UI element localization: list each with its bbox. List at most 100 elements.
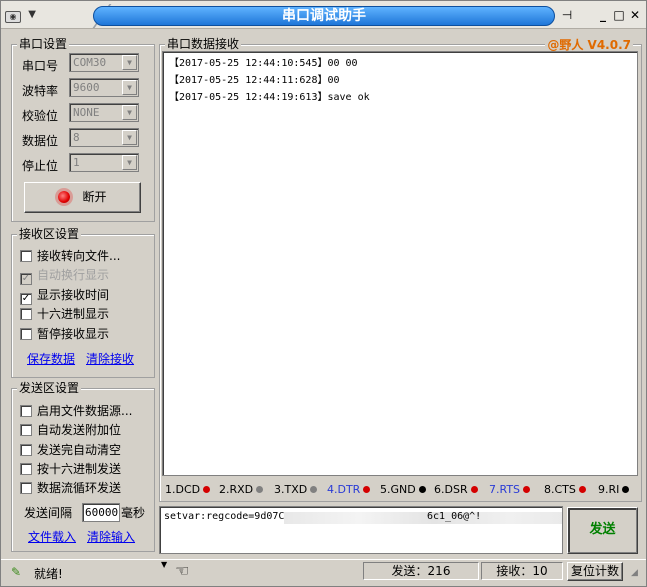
app-icon: ◉: [5, 11, 21, 23]
signal-label: 1.DCD: [165, 483, 201, 496]
signal-ri: 9.RI: [598, 481, 630, 499]
chevron-down-icon[interactable]: ▼: [122, 155, 137, 170]
chevron-down-icon: ▼: [28, 9, 36, 20]
reset-count-button[interactable]: 复位计数: [567, 562, 623, 581]
checkbox-label: 显示接收时间: [37, 288, 110, 302]
led-icon: [578, 486, 586, 493]
receive-settings-group: 接收区设置 接收转向文件... ✓ 自动换行显示 ✓ 显示接收时间 十六进制显示 暂…: [11, 227, 155, 378]
send-textarea[interactable]: setvar:regcode=9d07C 6c1_06@^!: [159, 506, 563, 554]
signal-rts[interactable]: 7.RTS: [489, 481, 531, 499]
send-text-start: setvar:regcode=9d07C: [164, 511, 285, 522]
pointer-hand-icon[interactable]: ☜: [175, 561, 189, 580]
maximize-icon[interactable]: □: [611, 7, 627, 23]
stopbits-select[interactable]: 1 ▼: [69, 153, 139, 172]
status-bar: ✎ 就绪! ▼ ☜ 发送：216 接收：10 复位计数 ◢: [1, 559, 646, 586]
system-menu-button[interactable]: ◉ ▼: [5, 5, 49, 25]
clear-input-link[interactable]: 清除输入: [87, 530, 135, 544]
pin-icon[interactable]: ⊣: [559, 7, 575, 23]
checkbox-box[interactable]: [20, 463, 32, 475]
checkbox-label: 自动发送附加位: [37, 423, 122, 437]
checkbox-box: ✓: [20, 273, 32, 285]
checkbox-box[interactable]: [20, 405, 32, 417]
disconnect-button[interactable]: 断开: [24, 182, 141, 213]
file-source-checkbox[interactable]: 启用文件数据源...: [20, 403, 132, 419]
hex-send-checkbox[interactable]: 按十六进制发送: [20, 461, 121, 477]
window-title: 串口调试助手: [93, 6, 555, 26]
signal-label: 7.RTS: [489, 483, 521, 496]
group-title: 串口设置: [17, 37, 70, 51]
group-title: 串口数据接收: [165, 37, 242, 51]
led-icon: [622, 486, 630, 493]
send-button[interactable]: 发送: [567, 507, 638, 554]
hex-display-checkbox[interactable]: 十六进制显示: [20, 306, 109, 322]
checkbox-box[interactable]: [20, 424, 32, 436]
baud-label: 波特率: [22, 84, 59, 98]
signal-label: 5.GND: [380, 483, 416, 496]
receive-line: 【2017-05-25 12:44:10:545】00 00: [169, 58, 358, 69]
checkbox-label: 接收转向文件...: [37, 249, 121, 263]
receive-textarea[interactable]: 【2017-05-25 12:44:10:545】00 00 【2017-05-…: [162, 51, 638, 476]
send-settings-group: 发送区设置 启用文件数据源... 自动发送附加位 发送完自动清空 按十六进制发送…: [11, 381, 155, 552]
checkbox-box[interactable]: [20, 482, 32, 494]
led-icon: [363, 486, 371, 493]
signal-txd: 3.TXD: [274, 481, 318, 499]
port-select[interactable]: COM30 ▼: [69, 53, 139, 72]
signal-label: 3.TXD: [274, 483, 308, 496]
resize-grip-icon[interactable]: ◢: [631, 568, 638, 578]
checkbox-box[interactable]: [20, 328, 32, 340]
chevron-down-icon[interactable]: ▼: [122, 130, 137, 145]
databits-select[interactable]: 8 ▼: [69, 128, 139, 147]
interval-unit: 毫秒: [121, 506, 146, 520]
checkbox-box[interactable]: [20, 444, 32, 456]
rx-to-file-checkbox[interactable]: 接收转向文件...: [20, 248, 120, 264]
chevron-down-icon[interactable]: ▼: [122, 105, 137, 120]
pause-display-checkbox[interactable]: 暂停接收显示: [20, 326, 109, 342]
signal-dcd: 1.DCD: [165, 481, 211, 499]
auto-wrap-checkbox: ✓ 自动换行显示: [20, 267, 109, 285]
signal-rxd: 2.RXD: [219, 481, 264, 499]
baud-value: 9600: [73, 81, 100, 94]
checkbox-label: 按十六进制发送: [37, 462, 122, 476]
signal-label: 8.CTS: [544, 483, 576, 496]
signal-dtr[interactable]: 4.DTR: [327, 481, 371, 499]
signal-cts: 8.CTS: [544, 481, 586, 499]
receive-line: 【2017-05-25 12:44:19:613】save ok: [169, 92, 370, 103]
databits-label: 数据位: [22, 134, 59, 148]
leaf-icon: ✎: [11, 565, 22, 579]
load-file-link[interactable]: 文件载入: [28, 530, 76, 544]
led-icon: [256, 486, 264, 493]
led-icon: [310, 486, 318, 493]
led-icon: [470, 486, 478, 493]
loop-send-checkbox[interactable]: 数据流循环发送: [20, 480, 121, 496]
checkbox-label: 十六进制显示: [37, 307, 110, 321]
minimize-icon[interactable]: _: [595, 7, 611, 23]
chevron-down-icon[interactable]: ▼: [122, 80, 137, 95]
status-lamp-icon: [58, 191, 71, 203]
chevron-down-icon[interactable]: ▼: [161, 560, 167, 569]
send-text-end: 6c1_06@^!: [427, 511, 482, 522]
baud-select[interactable]: 9600 ▼: [69, 78, 139, 97]
group-title: 接收区设置: [17, 227, 82, 241]
interval-label: 发送间隔: [24, 506, 73, 520]
signal-label: 4.DTR: [327, 483, 361, 496]
signal-dsr: 6.DSR: [434, 481, 478, 499]
parity-select[interactable]: NONE ▼: [69, 103, 139, 122]
checkbox-box[interactable]: [20, 308, 32, 320]
disconnect-label: 断开: [82, 190, 107, 204]
append-bits-checkbox[interactable]: 自动发送附加位: [20, 422, 121, 438]
checkbox-label: 发送完自动清空: [37, 443, 122, 457]
serial-settings-group: 串口设置 串口号 COM30 ▼ 波特率 9600 ▼ 校验位 NONE ▼ 数据位 …: [11, 37, 155, 222]
show-time-checkbox[interactable]: ✓ 显示接收时间: [20, 287, 110, 305]
chevron-down-icon[interactable]: ▼: [122, 55, 137, 70]
checkbox-box[interactable]: ✓: [20, 293, 32, 305]
close-icon[interactable]: ✕: [627, 7, 643, 23]
clear-receive-link[interactable]: 清除接收: [86, 352, 134, 366]
received-counter: 接收：10: [481, 562, 563, 580]
checkbox-label: 启用文件数据源...: [37, 404, 133, 418]
interval-input[interactable]: 60000: [82, 503, 120, 522]
save-data-link[interactable]: 保存数据: [27, 352, 75, 366]
led-icon: [203, 486, 211, 493]
auto-clear-checkbox[interactable]: 发送完自动清空: [20, 442, 121, 458]
stopbits-label: 停止位: [22, 159, 59, 173]
checkbox-box[interactable]: [20, 250, 32, 262]
